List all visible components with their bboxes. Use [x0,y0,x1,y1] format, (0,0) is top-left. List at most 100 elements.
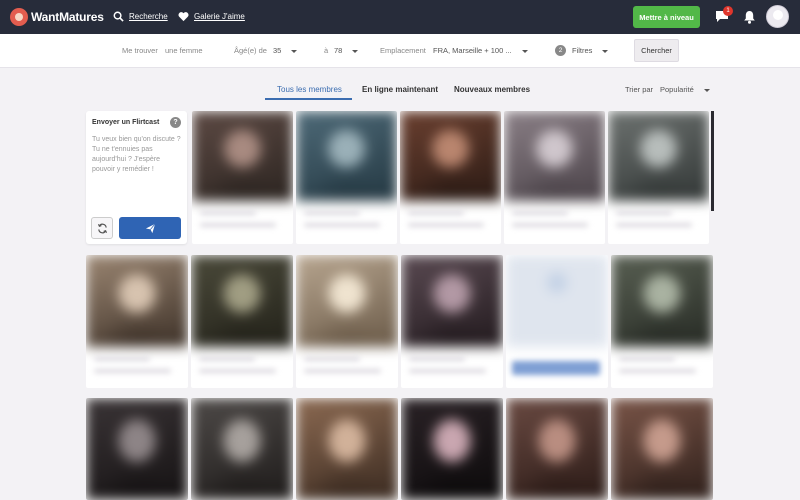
member-photo[interactable] [611,255,713,347]
member-photo[interactable] [400,111,501,201]
member-photo[interactable] [191,398,293,500]
member-details-placeholder [200,223,276,227]
refresh-message-button[interactable] [91,217,113,239]
member-photo[interactable] [86,398,188,500]
member-photo[interactable] [192,111,293,201]
member-photo[interactable] [506,255,608,347]
filters-count-badge: 2 [555,45,566,56]
nav-link-likes-gallery[interactable]: Galerie J'aime [178,11,245,22]
member-name-placeholder [304,357,361,361]
member-info [296,347,398,388]
member-details-placeholder [199,369,276,373]
member-details-placeholder [304,369,381,373]
member-card[interactable] [191,398,293,500]
age-from-label: Âgé(e) de [234,46,267,55]
nav-link-likes-gallery-label: Galerie J'aime [194,12,245,21]
age-from-value: 35 [273,46,282,55]
member-card[interactable] [191,255,293,388]
member-card[interactable] [86,255,188,388]
age-from-select[interactable]: 35 [273,46,298,55]
member-photo[interactable] [401,255,503,347]
member-name-placeholder [512,211,568,215]
member-details-placeholder [616,223,692,227]
member-card[interactable] [506,255,608,388]
member-photo[interactable] [296,255,398,347]
member-photo[interactable] [504,111,605,201]
member-details-placeholder [304,223,380,227]
member-card[interactable] [192,111,293,244]
refresh-icon [97,223,107,233]
send-flirtcast-button[interactable] [119,217,181,239]
member-card[interactable] [611,255,713,388]
flirtcast-message: Tu veux bien qu'on discute ? Tu ne t'enn… [92,136,181,174]
active-tab-indicator [265,98,352,100]
find-me-select[interactable]: une femme [165,46,203,55]
member-info [608,201,709,244]
member-card[interactable] [611,398,713,500]
flirtcast-card: Envoyer un Flirtcast ? Tu veux bien qu'o… [86,111,187,244]
member-name-placeholder [94,357,151,361]
member-photo[interactable] [296,398,398,500]
upgrade-button[interactable]: Mettre à niveau [633,6,700,28]
member-photo[interactable] [86,255,188,347]
member-details-placeholder [409,369,486,373]
member-card[interactable] [608,111,709,244]
filters-toggle[interactable]: Filtres [572,46,609,55]
member-info [400,201,501,244]
chevron-down-icon [521,49,528,53]
filters-label: Filtres [572,46,593,55]
user-avatar[interactable] [766,5,789,28]
flirtcast-title: Envoyer un Flirtcast [92,119,160,126]
search-button[interactable]: Chercher [634,39,679,62]
nav-link-search[interactable]: Recherche [113,11,168,22]
member-info [611,347,713,388]
age-to-value: 78 [334,46,343,55]
member-name-placeholder [200,211,256,215]
tab-online-now[interactable]: En ligne maintenant [362,85,438,94]
member-photo[interactable] [611,398,713,500]
member-name-placeholder [616,211,672,215]
member-card[interactable] [296,111,397,244]
member-card[interactable] [401,398,503,500]
chevron-down-icon [352,49,359,53]
member-card[interactable] [296,398,398,500]
tab-new-members[interactable]: Nouveaux membres [454,85,530,94]
member-details-placeholder [512,223,588,227]
member-card[interactable] [401,255,503,388]
member-info [506,347,608,388]
bell-icon[interactable] [743,10,756,24]
member-details-placeholder [94,369,171,373]
member-photo[interactable] [191,255,293,347]
tab-all-members[interactable]: Tous les membres [277,85,342,94]
sort-select[interactable]: Popularité [660,85,710,94]
site-logo[interactable]: WantMatures [10,8,104,26]
carousel-edge [711,111,714,211]
search-icon [113,11,124,22]
search-filter-bar: Me trouver une femme Âgé(e) de 35 à 78 E… [0,34,800,68]
member-photo[interactable] [296,111,397,201]
logo-text: WantMatures [31,10,104,24]
location-label: Emplacement [380,46,426,55]
member-details-placeholder [619,369,696,373]
sort-label: Trier par [625,85,654,94]
chevron-down-icon [602,49,609,53]
member-card[interactable] [506,398,608,500]
member-photo[interactable] [608,111,709,201]
member-photo[interactable] [401,398,503,500]
heart-icon [178,12,189,22]
help-icon[interactable]: ? [170,117,181,128]
member-card[interactable] [504,111,605,244]
location-select[interactable]: FRA, Marseille + 100 ... [433,46,528,55]
member-info [192,201,293,244]
member-card[interactable] [86,398,188,500]
top-navigation-bar: WantMatures Recherche Galerie J'aime Met… [0,0,800,34]
member-card[interactable] [296,255,398,388]
chevron-down-icon [703,88,710,92]
age-to-select[interactable]: 78 [334,46,359,55]
member-info [504,201,605,244]
logo-icon [10,8,28,26]
member-photo[interactable] [506,398,608,500]
member-name-placeholder [408,211,464,215]
member-info [86,347,188,388]
member-card[interactable] [400,111,501,244]
